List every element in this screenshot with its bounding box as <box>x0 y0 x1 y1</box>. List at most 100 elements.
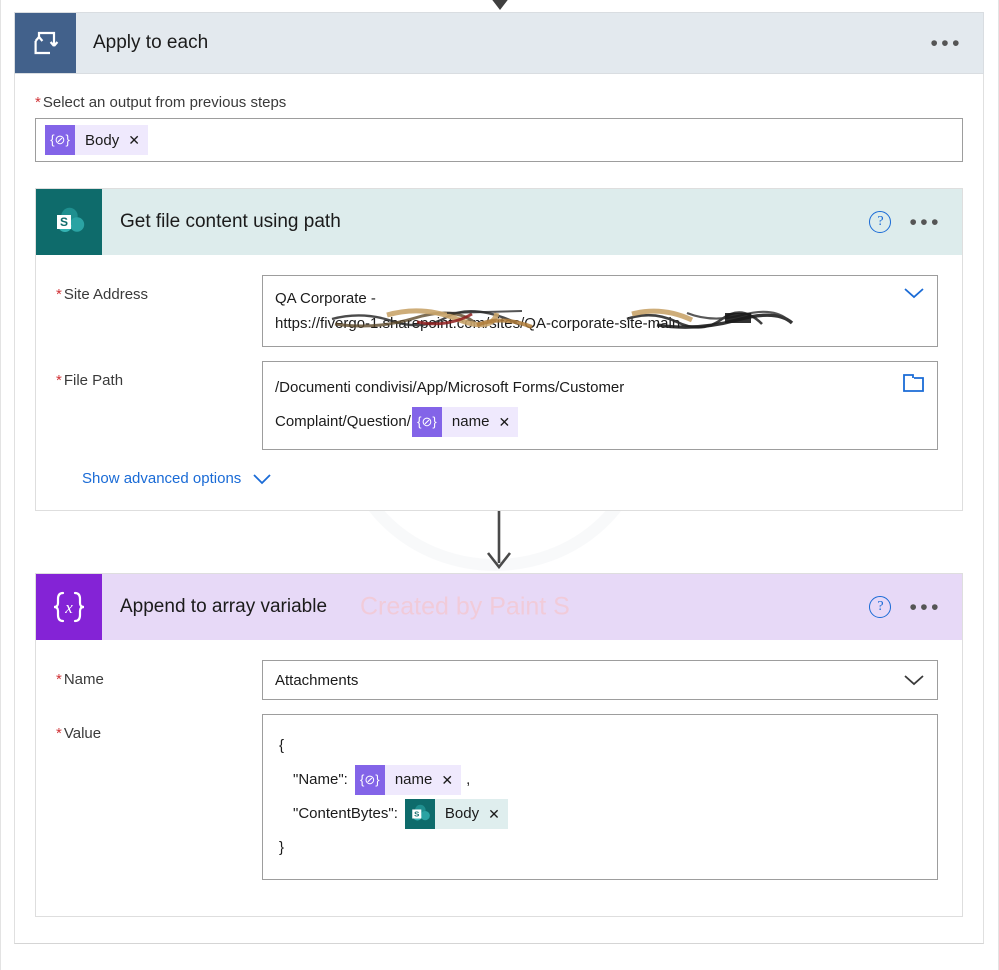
file-path-line2-text: Complaint/Question/ <box>275 413 411 430</box>
json-key-name: "Name": <box>293 771 348 789</box>
token-name[interactable]: {⊘} name ✕ <box>411 405 519 439</box>
apply-to-each-body: * Select an output from previous steps {⊘… <box>14 74 984 945</box>
variable-icon: x <box>36 574 102 641</box>
json-comma: , <box>466 771 471 789</box>
token-body-label: Body <box>85 131 120 149</box>
variable-name-label: * Name <box>56 660 262 688</box>
site-address-row: * Site Address QA Corporate - https://fiv… <box>56 275 938 347</box>
apply-to-each-card: Apply to each ••• * Select an output from… <box>14 12 984 945</box>
required-asterisk: * <box>56 725 62 743</box>
json-row-name: "Name": {⊘} name ✕ , <box>279 763 925 797</box>
token-name-text: name ✕ <box>441 405 519 439</box>
get-file-content-body: * Site Address QA Corporate - https://fiv… <box>36 255 962 510</box>
append-menu-button[interactable]: ••• <box>909 597 942 618</box>
action-connector <box>35 511 963 573</box>
close-icon[interactable]: ✕ <box>441 763 453 797</box>
token-name-text: name ✕ <box>384 763 462 797</box>
append-to-array-variable-title: Append to array variable Created by Pain… <box>102 574 869 640</box>
chevron-down-icon <box>253 473 271 484</box>
site-address-url-redacted-a: fivergo-1.sharepoint <box>320 315 453 332</box>
close-icon[interactable]: ✕ <box>488 797 500 831</box>
connector-arrow-icon <box>486 511 512 570</box>
file-path-line2: Complaint/Question/ {⊘} name ✕ <box>275 405 925 439</box>
append-to-array-variable-header[interactable]: x Append to array variable Created by Pa… <box>36 574 962 641</box>
required-asterisk: * <box>56 286 62 303</box>
folder-icon[interactable] <box>902 373 925 393</box>
append-title-text: Append to array variable <box>120 596 328 618</box>
get-file-content-header[interactable]: S Get file content using path ? ••• <box>36 189 962 255</box>
expression-icon: {⊘} <box>411 407 442 438</box>
token-body[interactable]: {⊘} Body ✕ <box>45 125 148 155</box>
site-address-value-line2: https://fivergo-1.sharepoint.com/sites/Q… <box>275 308 794 336</box>
required-asterisk: * <box>56 372 62 389</box>
show-advanced-options-label: Show advanced options <box>82 470 242 488</box>
token-body-text: Body ✕ <box>434 797 508 831</box>
variable-value-row: * Value { "Name": {⊘} name ✕ , "ContentB… <box>56 714 938 881</box>
svg-text:x: x <box>64 598 73 617</box>
variable-value-label: * Value <box>56 714 262 742</box>
page-left-rule <box>0 0 1 970</box>
sharepoint-icon: S <box>36 189 102 255</box>
apply-to-each-header-actions: ••• <box>930 13 983 73</box>
get-file-content-menu-button[interactable]: ••• <box>909 212 942 233</box>
paint-watermark-text: Created by Paint S <box>360 592 570 621</box>
svg-text:S: S <box>60 215 68 229</box>
site-address-url-prefix: https:// <box>275 315 321 332</box>
token-body[interactable]: S Body ✕ <box>404 797 508 831</box>
site-address-url-redacted-b: A-corporate-site-main <box>535 315 681 332</box>
token-body-label: Body <box>444 805 480 823</box>
apply-to-each-header[interactable]: Apply to each ••• <box>14 12 984 74</box>
site-address-url-mid: .com/sites/Q <box>452 315 536 332</box>
site-address-value-line1: QA Corporate - <box>275 290 376 307</box>
variable-value-input[interactable]: { "Name": {⊘} name ✕ , "ContentBytes": S… <box>262 714 938 881</box>
file-path-label: * File Path <box>56 361 262 389</box>
variable-name-dropdown[interactable]: Attachments <box>262 660 938 701</box>
token-name-label: name <box>394 771 433 789</box>
file-path-label-text: File Path <box>63 372 124 389</box>
file-path-row: * File Path /Documenti condivisi/App/Micr… <box>56 361 938 451</box>
apply-to-each-menu-button[interactable]: ••• <box>930 33 963 54</box>
variable-name-label-text: Name <box>63 671 104 689</box>
show-advanced-options-link[interactable]: Show advanced options <box>82 470 272 487</box>
close-icon[interactable]: ✕ <box>128 132 140 149</box>
file-path-line1: /Documenti condivisi/App/Microsoft Forms… <box>275 379 625 396</box>
token-name[interactable]: {⊘} name ✕ <box>354 763 462 797</box>
file-path-input[interactable]: /Documenti condivisi/App/Microsoft Forms… <box>262 361 938 451</box>
loop-icon <box>15 13 76 73</box>
get-file-content-header-actions: ? ••• <box>869 189 962 255</box>
select-output-input[interactable]: {⊘} Body ✕ <box>35 118 963 162</box>
variable-name-value: Attachments <box>275 671 359 689</box>
get-file-content-title: Get file content using path <box>120 211 341 232</box>
token-body-text: Body ✕ <box>75 125 148 155</box>
apply-to-each-title: Apply to each <box>93 32 209 53</box>
get-file-content-card: S Get file content using path ? ••• * Sit… <box>35 188 963 512</box>
chevron-down-icon[interactable] <box>903 286 925 300</box>
select-output-label-text: Select an output from previous steps <box>42 94 287 111</box>
select-output-label: * Select an output from previous steps <box>35 94 963 111</box>
append-header-actions: ? ••• <box>869 574 962 640</box>
json-close-brace: } <box>279 839 285 857</box>
sharepoint-icon: S <box>404 799 435 830</box>
json-key-contentbytes: "ContentBytes": <box>293 805 398 823</box>
expression-icon: {⊘} <box>354 765 385 796</box>
expression-icon: {⊘} <box>45 125 75 155</box>
site-address-label: * Site Address <box>56 275 262 303</box>
required-asterisk: * <box>35 94 41 111</box>
close-icon[interactable]: ✕ <box>498 405 510 439</box>
incoming-connector-arrow <box>492 0 508 10</box>
help-icon[interactable]: ? <box>869 596 892 619</box>
chevron-down-icon[interactable] <box>903 673 925 687</box>
svg-text:S: S <box>414 810 419 819</box>
site-address-label-text: Site Address <box>63 286 149 303</box>
append-to-array-variable-body: * Name Attachments * Value {"Name": {⊘}… <box>36 640 962 916</box>
append-to-array-variable-card: x Append to array variable Created by Pa… <box>35 573 963 918</box>
required-asterisk: * <box>56 671 62 689</box>
flow-designer-canvas: Apply to each ••• * Select an output from… <box>0 0 999 970</box>
variable-name-row: * Name Attachments <box>56 660 938 701</box>
help-icon[interactable]: ? <box>869 211 892 233</box>
variable-value-label-text: Value <box>63 725 102 743</box>
json-row-contentbytes: "ContentBytes": S Body ✕ <box>279 797 925 831</box>
json-open-brace: { <box>279 737 285 755</box>
token-name-label: name <box>451 413 490 431</box>
site-address-combobox[interactable]: QA Corporate - https://fivergo-1.sharepo… <box>262 275 938 347</box>
